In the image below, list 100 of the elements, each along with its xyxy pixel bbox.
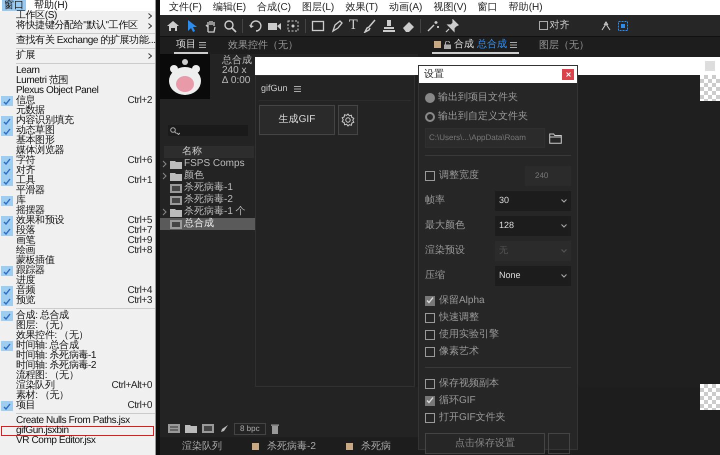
menu-bar-item[interactable]: 窗口 bbox=[478, 0, 498, 15]
project-item[interactable]: 总合成 bbox=[160, 218, 255, 230]
menu-item[interactable]: 渲染队列 Ctrl+Alt+0 bbox=[1, 381, 154, 391]
menu-icon[interactable] bbox=[510, 42, 517, 48]
menu-item[interactable]: 预览 Ctrl+3 bbox=[1, 296, 154, 306]
menu-item[interactable]: 库 bbox=[1, 196, 154, 206]
menu-item[interactable]: gifGun.jsxbin bbox=[1, 426, 154, 436]
settings-button[interactable] bbox=[338, 104, 358, 134]
menu-bar-item[interactable]: 合成(C) bbox=[257, 0, 292, 15]
hand-icon[interactable] bbox=[204, 18, 218, 32]
menu-item[interactable]: 蒙板插值 bbox=[1, 256, 154, 266]
menu-item[interactable]: 图层: （无） bbox=[1, 321, 154, 331]
trash-icon[interactable] bbox=[270, 424, 279, 434]
menu-item[interactable]: 流程图: （无） bbox=[1, 371, 154, 381]
menu-icon[interactable] bbox=[294, 86, 301, 92]
menu-item[interactable]: Create Nulls From Paths.jsx bbox=[1, 416, 154, 426]
footage-icon[interactable] bbox=[168, 424, 180, 433]
menu-item[interactable]: 效果和预设 Ctrl+5 bbox=[1, 216, 154, 226]
menu-bar-item[interactable]: 帮助(H) bbox=[508, 0, 543, 15]
rocket-icon[interactable] bbox=[219, 424, 229, 434]
rectangle-icon[interactable] bbox=[311, 18, 325, 32]
panel-tab[interactable]: 图层（无） bbox=[537, 37, 591, 54]
menu-item[interactable]: 对齐 bbox=[1, 166, 154, 176]
menu-item[interactable]: 音频 Ctrl+4 bbox=[1, 286, 154, 296]
checkbox[interactable]: 保存视频副本 bbox=[425, 375, 571, 392]
menu-bar-item[interactable]: 视图(V) bbox=[433, 0, 467, 15]
pen-icon[interactable] bbox=[330, 18, 344, 32]
checkbox[interactable]: 保留Alpha bbox=[425, 292, 571, 309]
magnifier-icon[interactable] bbox=[223, 18, 237, 32]
menu-item[interactable]: Learn bbox=[1, 66, 154, 76]
project-item[interactable]: 杀死病毒-1 bbox=[160, 182, 255, 194]
menu-item[interactable]: Lumetri 范围 bbox=[1, 76, 154, 86]
menu-item[interactable]: 时间轴: 杀死病毒-1 bbox=[1, 351, 154, 361]
menu-item[interactable]: 内容识别填充 bbox=[1, 116, 154, 126]
search-field[interactable] bbox=[168, 125, 248, 136]
project-item[interactable]: 杀死病毒-1 个 bbox=[160, 206, 255, 218]
menu-item[interactable]: 素材: （无） bbox=[1, 391, 154, 401]
snap-checkbox[interactable]: 对齐 bbox=[538, 18, 570, 33]
checkbox[interactable]: 快速调整 bbox=[425, 309, 571, 326]
menu-item[interactable]: 时间轴: 杀死病毒-2 bbox=[1, 361, 154, 371]
brush-sparkle-icon[interactable] bbox=[426, 18, 440, 32]
dashed-square-icon[interactable] bbox=[286, 18, 300, 32]
close-icon[interactable] bbox=[566, 72, 570, 77]
menu-item[interactable]: 跟踪器 bbox=[1, 266, 154, 276]
menu-bar-item[interactable]: 效果(T) bbox=[345, 0, 378, 15]
checkbox[interactable]: 调整宽度 bbox=[425, 167, 479, 184]
save-settings-button[interactable]: 点击保存设置 bbox=[425, 433, 545, 454]
snap-arrows-icon[interactable] bbox=[600, 20, 612, 32]
panel-tab[interactable]: 杀死病 bbox=[346, 438, 391, 454]
menu-item[interactable]: 信息 Ctrl+2 bbox=[1, 96, 154, 106]
checkbox[interactable]: 打开GIF文件夹 bbox=[425, 409, 571, 426]
menu-item[interactable]: 工作区(S) bbox=[1, 11, 154, 21]
checkbox[interactable]: 使用实验引擎 bbox=[425, 326, 571, 343]
menu-item[interactable]: 媒体浏览器 bbox=[1, 146, 154, 156]
panel-tab[interactable]: 渲染队列 bbox=[182, 438, 222, 454]
bit-depth-button[interactable]: 8 bpc bbox=[234, 422, 266, 434]
menu-bar-item[interactable]: 文件(F) bbox=[169, 0, 202, 15]
column-header[interactable]: 名称 bbox=[164, 146, 254, 158]
menu-item[interactable]: Plexus Object Panel bbox=[1, 86, 154, 96]
menu-item[interactable]: 字符 Ctrl+6 bbox=[1, 156, 154, 166]
menu-item[interactable]: 效果控件: （无） bbox=[1, 331, 154, 341]
project-item[interactable]: 杀死病毒-2 bbox=[160, 194, 255, 206]
panel-tab[interactable]: 杀死病毒-2 bbox=[252, 438, 316, 454]
brush-icon[interactable] bbox=[362, 18, 377, 32]
radio-option[interactable]: 输出到自定义文件夹 bbox=[425, 107, 571, 126]
menu-item[interactable]: 查找有关 Exchange 的扩展功能... bbox=[1, 36, 154, 46]
menu-icon[interactable] bbox=[199, 42, 206, 48]
menu-bar-item[interactable]: 帮助(H) bbox=[32, 0, 70, 11]
menu-item[interactable]: 元数据 bbox=[1, 106, 154, 116]
composition-icon[interactable] bbox=[202, 424, 214, 433]
menu-item[interactable]: 段落 Ctrl+7 bbox=[1, 226, 154, 236]
menu-item[interactable]: 合成: 总合成 bbox=[1, 311, 154, 321]
menu-item[interactable]: 画笔 Ctrl+9 bbox=[1, 236, 154, 246]
lock-icon[interactable] bbox=[444, 40, 451, 48]
menu-bar-item[interactable]: 图层(L) bbox=[302, 0, 334, 15]
close-button[interactable] bbox=[562, 69, 574, 80]
arrow-pointer-icon[interactable] bbox=[185, 18, 199, 32]
menu-item[interactable]: 绘画 Ctrl+8 bbox=[1, 246, 154, 256]
menu-item[interactable]: 时间轴: 总合成 bbox=[1, 341, 154, 351]
dotted-frame-icon[interactable] bbox=[616, 20, 629, 32]
menu-item[interactable]: 进度 bbox=[1, 276, 154, 286]
menu-item[interactable]: 基本图形 bbox=[1, 136, 154, 146]
dropdown[interactable]: 128 bbox=[495, 216, 571, 236]
project-item[interactable]: 颜色 bbox=[160, 170, 255, 182]
home-icon[interactable] bbox=[166, 18, 180, 32]
menu-item[interactable]: 项目 Ctrl+0 bbox=[1, 401, 154, 411]
project-item[interactable]: FSPS Comps bbox=[160, 158, 255, 170]
checkbox[interactable]: 循环GIF bbox=[425, 392, 571, 409]
generate-gif-button[interactable]: 生成GIF bbox=[259, 104, 335, 134]
stamp-icon[interactable] bbox=[382, 18, 396, 32]
panel-tab[interactable]: 合成 总合成 bbox=[432, 37, 519, 54]
menu-item[interactable]: 扩展 bbox=[1, 51, 154, 61]
menu-item[interactable]: 将快捷键分配给"默认"工作区 bbox=[1, 21, 154, 31]
menu-item[interactable]: 工具 Ctrl+1 bbox=[1, 176, 154, 186]
menu-bar-item[interactable]: 编辑(E) bbox=[212, 0, 246, 15]
dropdown[interactable]: 30 bbox=[495, 190, 571, 210]
menu-item[interactable]: 平滑器 bbox=[1, 186, 154, 196]
menu-item[interactable]: VR Comp Editor.jsx bbox=[1, 436, 154, 446]
dropdown[interactable]: None bbox=[495, 266, 571, 286]
folder-icon[interactable] bbox=[549, 132, 562, 144]
